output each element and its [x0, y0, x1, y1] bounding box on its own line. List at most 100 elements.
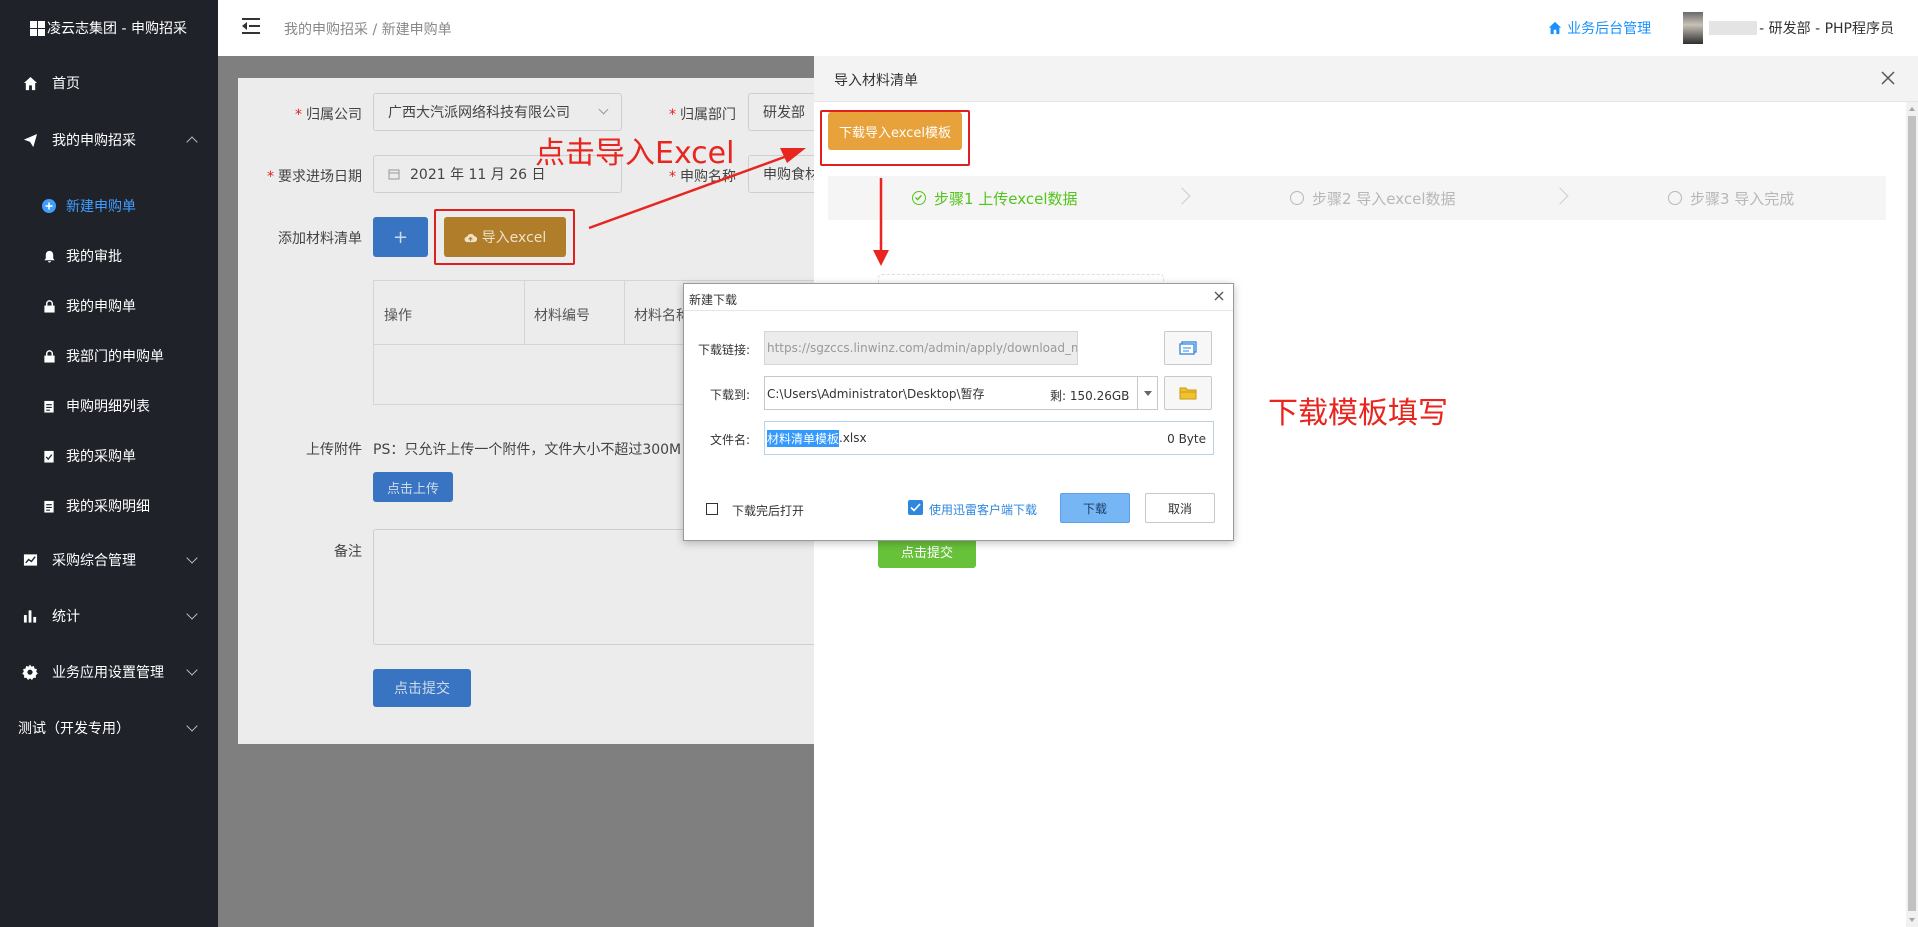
thunder-label: 使用迅雷客户端下载 [929, 503, 1038, 517]
company-select[interactable]: 广西大汽派网络科技有限公司 [373, 93, 622, 131]
sidebar-subitem-dept-requests[interactable]: 我部门的申购单 [0, 336, 218, 376]
sidebar-item-app-settings[interactable]: 业务应用设置管理 [0, 650, 218, 694]
upload-button[interactable]: 点击上传 [373, 472, 453, 502]
panel-scrollbar[interactable] [1906, 102, 1918, 927]
circle-icon [1668, 191, 1682, 205]
save-path-field[interactable]: C:\Users\Administrator\Desktop\暂存 剩: 150… [764, 376, 1158, 410]
chevron-down-icon [186, 552, 198, 564]
save-to-label: 下载到: [710, 388, 751, 402]
menu-toggle-icon[interactable] [242, 18, 260, 34]
chart-icon [22, 552, 38, 568]
check-doc-icon [42, 449, 56, 463]
company-label: * 归属公司 [295, 107, 362, 123]
filename-field[interactable]: 材料清单模板 .xlsx 0 Byte [764, 421, 1214, 455]
url-field[interactable]: https://sgzccs.linwinz.com/admin/apply/d… [764, 331, 1078, 365]
breadcrumb: 我的申购招采 / 新建申购单 [284, 22, 452, 38]
sidebar-subitem-label: 我部门的申购单 [66, 349, 164, 365]
save-path-value: C:\Users\Administrator\Desktop\暂存 [767, 386, 985, 401]
sidebar-subitem-request-details[interactable]: 申购明细列表 [0, 386, 218, 426]
add-material-button[interactable]: + [373, 217, 428, 257]
chevron-right-icon [1173, 187, 1191, 205]
doc-icon [42, 399, 56, 413]
cancel-button[interactable]: 取消 [1145, 493, 1215, 523]
gear-icon [22, 664, 38, 680]
remark-textarea[interactable] [373, 529, 820, 645]
sidebar-item-label: 采购综合管理 [52, 553, 136, 569]
caret-down-icon [1143, 390, 1152, 396]
table-header-cell: 材料名称 [634, 308, 690, 324]
dept-label: * 归属部门 [669, 107, 736, 123]
sidebar-subitem-my-purchase-details[interactable]: 我的采购明细 [0, 486, 218, 526]
avatar[interactable] [1683, 12, 1704, 44]
sidebar-item-label: 业务应用设置管理 [52, 665, 164, 681]
open-after-label: 下载完后打开 [732, 504, 805, 518]
brand-title: 凌云志集团 - 申购招采 [47, 21, 187, 37]
dept-select[interactable]: 研发部 [748, 93, 820, 131]
sidebar-subitem-new-request[interactable]: 新建申购单 [0, 186, 218, 226]
lock-icon [42, 299, 56, 313]
thunder-checkbox[interactable] [908, 500, 923, 515]
step-1: 步骤1 上传excel数据 [912, 176, 1078, 220]
lock-icon [42, 349, 56, 363]
home-icon [1549, 21, 1562, 35]
chevron-down-icon [598, 104, 609, 115]
free-space: 剩: 150.26GB [1050, 389, 1130, 403]
annotation-click-import: 点击导入Excel [535, 136, 735, 171]
doc-icon [42, 499, 56, 513]
sidebar-item-test[interactable]: 测试（开发专用） [0, 706, 218, 750]
user-name-redacted [1709, 21, 1758, 35]
biz-admin-label: 业务后台管理 [1567, 21, 1652, 37]
user-info[interactable]: - 研发部 - PHP程序员 [1759, 18, 1894, 38]
table-header-cell: 操作 [384, 308, 412, 324]
biz-admin-link[interactable]: 业务后台管理 [1548, 18, 1651, 38]
chevron-right-icon [1551, 187, 1569, 205]
sidebar-item-label: 我的申购招采 [52, 133, 136, 149]
highlight-download-box [820, 110, 970, 166]
sidebar-subitem-my-purchase-orders[interactable]: 我的采购单 [0, 436, 218, 476]
sidebar: 凌云志集团 - 申购招采 首页 我的申购招采 新建申购单 我的审批 我的申购单 [0, 0, 218, 927]
chevron-up-icon [186, 136, 198, 148]
sidebar-item-my-purchase[interactable]: 我的申购招采 [0, 118, 218, 162]
check-circle-icon [912, 191, 926, 205]
sidebar-item-statistics[interactable]: 统计 [0, 594, 218, 638]
sidebar-subitem-my-approval[interactable]: 我的审批 [0, 236, 218, 276]
filename-selected: 材料清单模板 [767, 429, 840, 447]
sidebar-item-label: 首页 [52, 76, 80, 92]
open-after-checkbox[interactable] [706, 503, 718, 515]
form-submit-button[interactable]: 点击提交 [373, 669, 471, 707]
brand[interactable]: 凌云志集团 - 申购招采 [0, 0, 218, 56]
date-label: * 要求进场日期 [267, 169, 362, 185]
browse-folder-button[interactable] [1164, 376, 1212, 410]
sidebar-subitem-label: 我的申购单 [66, 299, 136, 315]
name-value: 申购食材 [763, 167, 819, 183]
dept-value: 研发部 [763, 105, 805, 121]
chevron-down-icon [186, 664, 198, 676]
sidebar-subitem-label: 我的审批 [66, 249, 122, 265]
download-button[interactable]: 下载 [1060, 493, 1130, 523]
close-icon[interactable] [1878, 68, 1898, 88]
materials-label: 添加材料清单 [278, 231, 362, 247]
table-header-cell: 材料编号 [534, 308, 590, 324]
dialog-title: 新建下载 [689, 293, 738, 307]
panel-header [814, 56, 1918, 102]
name-input[interactable]: 申购食材 [748, 155, 820, 193]
sidebar-subitem-label: 我的采购明细 [66, 499, 150, 515]
header-right: 业务后台管理 - 研发部 - PHP程序员 [1548, 0, 1894, 56]
bell-icon [42, 249, 56, 263]
download-dialog: 新建下载 下载链接: https://sgzccs.linwinz.com/ad… [683, 283, 1234, 541]
filename-ext: .xlsx [839, 431, 867, 445]
sidebar-item-label: 统计 [52, 609, 80, 625]
chevron-down-icon [186, 720, 198, 732]
bar-chart-icon [22, 608, 38, 624]
path-dropdown[interactable] [1137, 377, 1157, 409]
close-icon[interactable] [1213, 290, 1225, 302]
sidebar-subitem-my-requests[interactable]: 我的申购单 [0, 286, 218, 326]
sidebar-item-procurement-mgmt[interactable]: 采购综合管理 [0, 538, 218, 582]
highlight-import-box [434, 209, 575, 265]
date-value: 2021 年 11 月 26 日 [410, 167, 546, 183]
step-label: 步骤3 导入完成 [1690, 189, 1795, 208]
top-header: 我的申购招采 / 新建申购单 业务后台管理 - 研发部 - PHP程序员 [218, 0, 1918, 56]
step-label: 步骤1 上传excel数据 [934, 189, 1078, 208]
sidebar-item-home[interactable]: 首页 [0, 61, 218, 105]
remark-label: 备注 [334, 544, 362, 560]
